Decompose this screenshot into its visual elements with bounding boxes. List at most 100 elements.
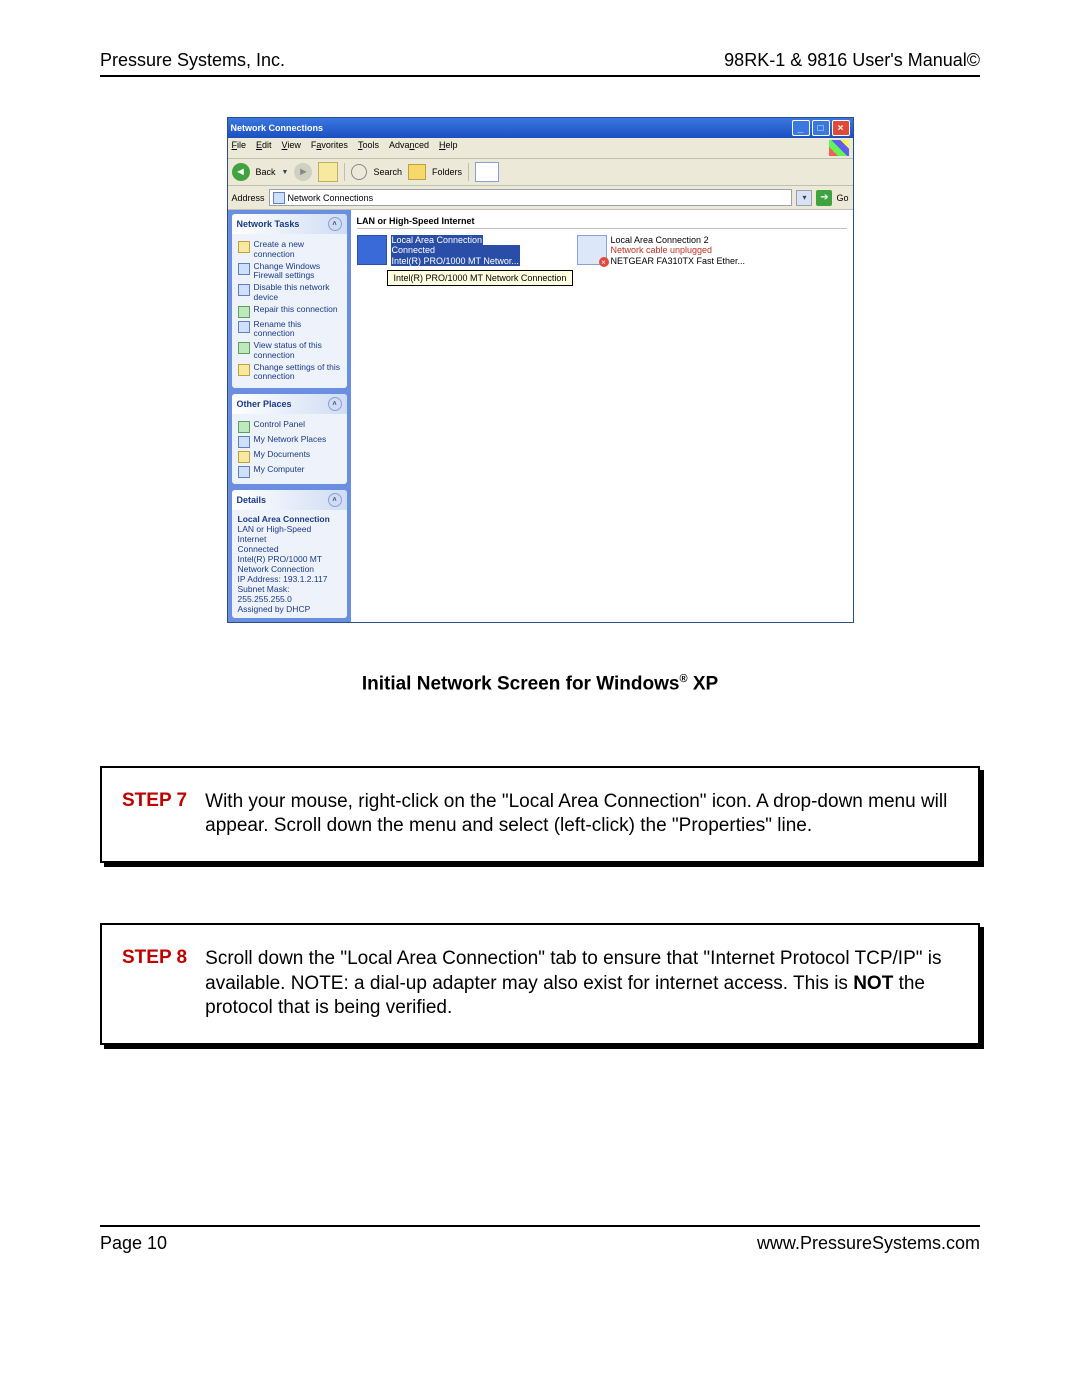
figure-caption: Initial Network Screen for Windows® XP: [100, 673, 980, 695]
connection-adapter: Intel(R) PRO/1000 MT Networ...: [391, 256, 520, 266]
page: Pressure Systems, Inc. 98RK-1 & 9816 Use…: [0, 0, 1080, 1294]
step-label: STEP 7: [122, 790, 187, 812]
panel-heading[interactable]: Details ˄: [232, 490, 347, 510]
network-icon: [273, 192, 285, 204]
back-button[interactable]: ◄: [232, 163, 250, 181]
settings-icon: [238, 364, 250, 376]
panel-heading[interactable]: Other Places ˄: [232, 394, 347, 414]
titlebar: Network Connections _ □ ×: [228, 118, 853, 138]
details-line: Intel(R) PRO/1000 MT Network Connection: [238, 554, 341, 574]
registered-symbol: ®: [679, 673, 687, 685]
new-connection-icon: [238, 241, 250, 253]
go-button[interactable]: ➔: [816, 190, 832, 206]
toolbar-sep2: [468, 163, 469, 181]
step-label: STEP 8: [122, 947, 187, 969]
folders-label: Folders: [432, 167, 462, 177]
folders-icon[interactable]: [408, 164, 426, 180]
documents-icon: [238, 451, 250, 463]
chevron-up-icon: ˄: [328, 493, 342, 507]
panel-heading[interactable]: Network Tasks ˄: [232, 214, 347, 234]
step-text: With your mouse, right-click on the "Loc…: [205, 790, 958, 839]
maximize-button[interactable]: □: [812, 120, 830, 136]
details-line: IP Address: 193.1.2.117: [238, 574, 341, 584]
toolbar: ◄ Back ▼ ► Search Folders: [228, 159, 853, 186]
views-button[interactable]: [475, 162, 499, 182]
task-item[interactable]: View status of this connection: [238, 341, 341, 361]
disable-icon: [238, 284, 250, 296]
menu-advanced[interactable]: Advanced: [389, 140, 429, 156]
network-places-icon: [238, 436, 250, 448]
forward-button[interactable]: ►: [294, 163, 312, 181]
page-header: Pressure Systems, Inc. 98RK-1 & 9816 Use…: [100, 50, 980, 77]
firewall-icon: [238, 263, 250, 275]
step-8-box: STEP 8 Scroll down the "Local Area Conne…: [100, 923, 980, 1045]
address-input[interactable]: Network Connections: [269, 189, 793, 206]
task-item[interactable]: Rename this connection: [238, 320, 341, 340]
close-button[interactable]: ×: [832, 120, 850, 136]
network-tasks-panel: Network Tasks ˄ Create a new connection …: [232, 214, 347, 388]
details-heading: Local Area Connection: [238, 514, 341, 524]
place-item[interactable]: My Computer: [238, 465, 341, 478]
window-title: Network Connections: [231, 123, 324, 133]
panel-title: Network Tasks: [237, 219, 300, 229]
unplugged-icon: ×: [599, 257, 609, 267]
windows-logo-icon: [829, 140, 849, 156]
address-dropdown[interactable]: ▾: [796, 190, 812, 206]
connection-item-2[interactable]: × Local Area Connection 2 Network cable …: [577, 235, 777, 282]
address-bar: Address Network Connections ▾ ➔ Go: [228, 186, 853, 210]
address-label: Address: [232, 193, 265, 203]
repair-icon: [238, 306, 250, 318]
chevron-up-icon: ˄: [328, 217, 342, 231]
panel-title: Other Places: [237, 399, 292, 409]
menu-tools[interactable]: Tools: [358, 140, 379, 156]
details-line: Connected: [238, 544, 341, 554]
footer-left: Page 10: [100, 1233, 167, 1254]
place-item[interactable]: My Network Places: [238, 435, 341, 448]
footer-right: www.PressureSystems.com: [757, 1233, 980, 1254]
rename-icon: [238, 321, 250, 333]
step-7-box: STEP 7 With your mouse, right-click on t…: [100, 766, 980, 863]
place-item[interactable]: Control Panel: [238, 420, 341, 433]
menu-file[interactable]: File: [232, 140, 247, 156]
up-button[interactable]: [318, 162, 338, 182]
details-line: LAN or High-Speed Internet: [238, 524, 341, 544]
header-left: Pressure Systems, Inc.: [100, 50, 285, 71]
place-item[interactable]: My Documents: [238, 450, 341, 463]
tooltip: Intel(R) PRO/1000 MT Network Connection: [387, 270, 574, 286]
details-line: Assigned by DHCP: [238, 604, 341, 614]
window-body: Network Tasks ˄ Create a new connection …: [228, 210, 853, 622]
xp-window: Network Connections _ □ × File Edit View…: [227, 117, 854, 623]
status-icon: [238, 342, 250, 354]
connection-status: Connected: [391, 245, 520, 255]
connection-status: Network cable unplugged: [611, 245, 746, 255]
other-places-panel: Other Places ˄ Control Panel My Network …: [232, 394, 347, 484]
task-item[interactable]: Create a new connection: [238, 240, 341, 260]
search-icon[interactable]: [351, 164, 367, 180]
connection-icon: ×: [577, 235, 607, 265]
search-label: Search: [373, 167, 402, 177]
task-item[interactable]: Change Windows Firewall settings: [238, 262, 341, 282]
panel-title: Details: [237, 495, 267, 505]
control-panel-icon: [238, 421, 250, 433]
step-text: Scroll down the "Local Area Connection" …: [205, 947, 958, 1021]
menu-edit[interactable]: Edit: [256, 140, 272, 156]
back-label: Back: [256, 167, 276, 177]
toolbar-sep: [344, 163, 345, 181]
task-item[interactable]: Change settings of this connection: [238, 363, 341, 383]
connection-name: Local Area Connection 2: [611, 235, 709, 245]
task-item[interactable]: Repair this connection: [238, 305, 341, 318]
connection-name: Local Area Connection: [391, 235, 484, 245]
connection-item-1[interactable]: Local Area Connection Connected Intel(R)…: [357, 235, 557, 266]
connection-adapter: NETGEAR FA310TX Fast Ether...: [611, 256, 746, 266]
minimize-button[interactable]: _: [792, 120, 810, 136]
menu-favorites[interactable]: Favorites: [311, 140, 348, 156]
sidebar: Network Tasks ˄ Create a new connection …: [228, 210, 351, 622]
page-footer: Page 10 www.PressureSystems.com: [100, 1225, 980, 1254]
go-label: Go: [836, 193, 848, 203]
task-item[interactable]: Disable this network device: [238, 283, 341, 303]
address-value: Network Connections: [288, 193, 374, 203]
content-pane: LAN or High-Speed Internet Local Area Co…: [351, 210, 853, 622]
menu-view[interactable]: View: [282, 140, 301, 156]
computer-icon: [238, 466, 250, 478]
menu-help[interactable]: Help: [439, 140, 458, 156]
